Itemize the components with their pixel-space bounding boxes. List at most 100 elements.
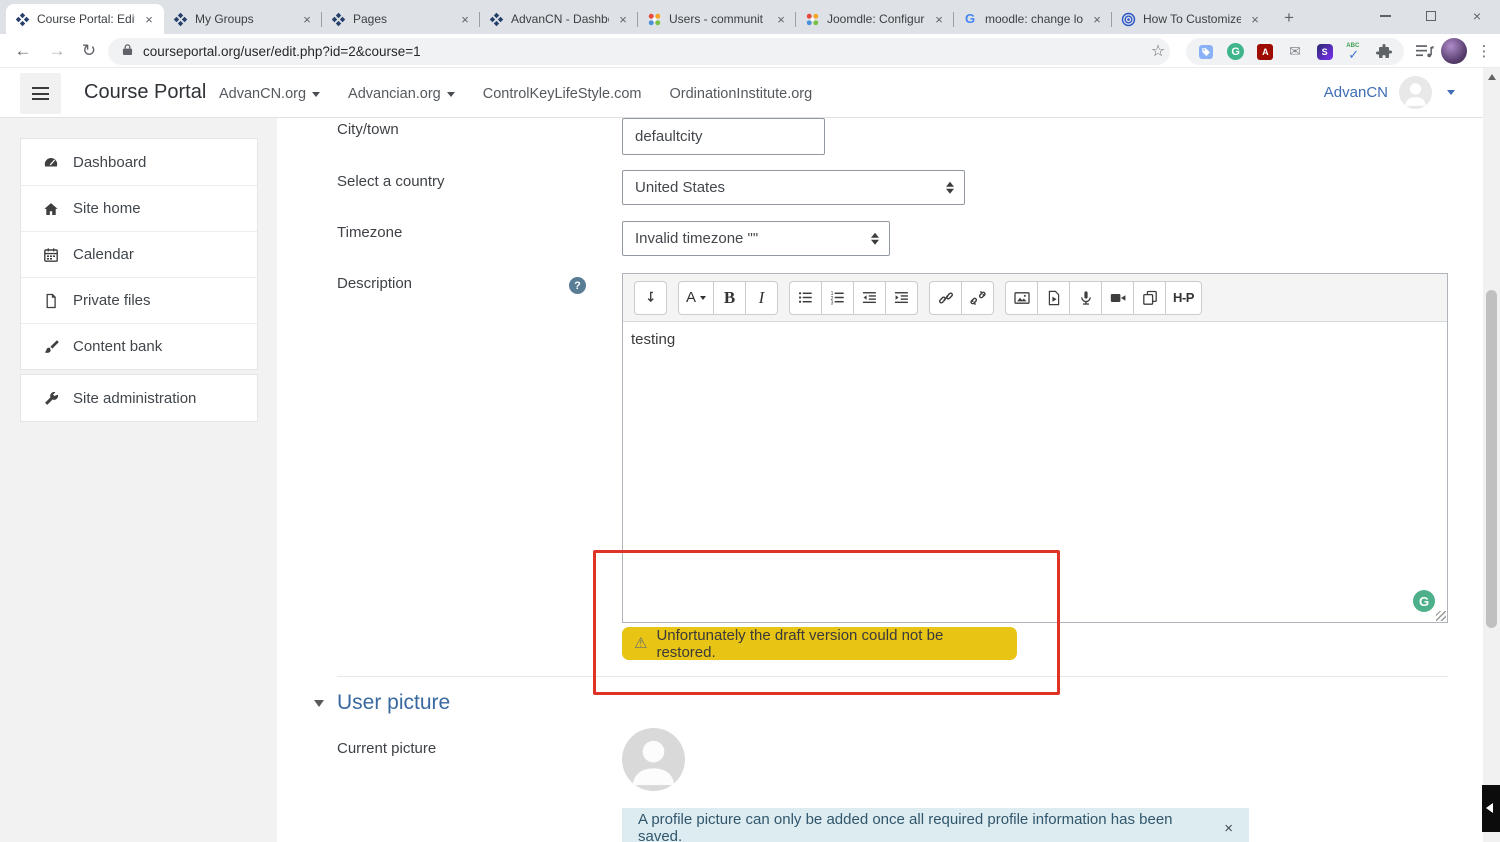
tab-how-to-customize[interactable]: How To Customize × bbox=[1112, 4, 1270, 34]
unlink-button[interactable] bbox=[961, 281, 994, 315]
resize-handle-icon[interactable] bbox=[1436, 611, 1446, 621]
notice-close-icon[interactable]: × bbox=[1224, 820, 1233, 837]
timezone-value: Invalid timezone "" bbox=[635, 230, 758, 247]
manage-files-button[interactable] bbox=[1133, 281, 1166, 315]
sidebar-item-private-files[interactable]: Private files bbox=[21, 277, 257, 323]
user-picture-heading[interactable]: User picture bbox=[337, 691, 450, 715]
font-style-button[interactable]: A bbox=[678, 281, 714, 315]
page-scrollbar[interactable] bbox=[1483, 68, 1500, 842]
back-button[interactable]: ← bbox=[10, 34, 36, 68]
tab-course-portal-edit[interactable]: Course Portal: Edit × bbox=[6, 4, 164, 34]
country-value: United States bbox=[635, 179, 725, 196]
puzzle-extensions-icon[interactable] bbox=[1375, 43, 1393, 61]
tab-close-icon[interactable]: × bbox=[616, 12, 630, 27]
outdent-button[interactable] bbox=[853, 281, 886, 315]
tab-close-icon[interactable]: × bbox=[932, 12, 946, 27]
sidebar-item-site-home[interactable]: Site home bbox=[21, 185, 257, 231]
section-collapse-icon[interactable] bbox=[314, 700, 324, 707]
draft-warning-text: Unfortunately the draft version could no… bbox=[656, 627, 1005, 661]
tag-extension-icon[interactable] bbox=[1197, 43, 1215, 61]
nav-item-controlkeylifestyle[interactable]: ControlKeyLifeStyle.com bbox=[483, 86, 642, 102]
tab-close-icon[interactable]: × bbox=[300, 12, 314, 27]
country-select[interactable]: United States bbox=[622, 170, 965, 205]
user-name[interactable]: AdvanCN bbox=[1324, 84, 1388, 101]
tab-users-community[interactable]: Users - communit × bbox=[638, 4, 796, 34]
browser-menu-icon[interactable]: ⋮ bbox=[1472, 34, 1496, 68]
side-panel-handle[interactable] bbox=[1482, 785, 1500, 832]
user-avatar[interactable] bbox=[1399, 76, 1432, 109]
toolbar-collapse-button[interactable] bbox=[634, 281, 667, 315]
city-input[interactable] bbox=[622, 118, 825, 155]
media-controls-icon[interactable] bbox=[1412, 34, 1438, 68]
italic-button[interactable]: I bbox=[745, 281, 778, 315]
insert-image-button[interactable] bbox=[1005, 281, 1038, 315]
grammarly-badge-icon[interactable]: G bbox=[1413, 590, 1435, 612]
calendar-icon bbox=[43, 247, 59, 263]
new-tab-button[interactable]: + bbox=[1276, 5, 1302, 31]
reload-button[interactable]: ↻ bbox=[76, 34, 102, 68]
nav-item-advancian[interactable]: Advancian.org bbox=[348, 86, 455, 102]
tab-close-icon[interactable]: × bbox=[458, 12, 472, 27]
tab-close-icon[interactable]: × bbox=[142, 12, 156, 27]
tab-advancn-dashboard[interactable]: AdvanCN - Dashbo × bbox=[480, 4, 638, 34]
hamburger-menu-button[interactable] bbox=[20, 73, 61, 114]
nav-item-advancn[interactable]: AdvanCN.org bbox=[219, 86, 320, 102]
user-menu[interactable]: AdvanCN bbox=[1324, 76, 1455, 109]
site-title[interactable]: Course Portal bbox=[84, 81, 206, 104]
notice-text: A profile picture can only be added once… bbox=[638, 811, 1219, 842]
scroll-up-icon[interactable] bbox=[1488, 74, 1496, 80]
tab-pages[interactable]: Pages × bbox=[322, 4, 480, 34]
h5p-button[interactable]: H-P bbox=[1165, 281, 1202, 315]
link-button[interactable] bbox=[929, 281, 962, 315]
chevron-left-icon bbox=[1486, 803, 1493, 813]
description-text: testing bbox=[631, 331, 675, 348]
sidebar-item-content-bank[interactable]: Content bank bbox=[21, 323, 257, 369]
help-icon[interactable]: ? bbox=[569, 277, 586, 294]
numbered-list-button[interactable]: 123 bbox=[821, 281, 854, 315]
forward-button[interactable]: → bbox=[44, 34, 70, 68]
grammarly-extension-icon[interactable]: G bbox=[1227, 43, 1245, 61]
padlock-icon bbox=[122, 43, 133, 61]
sidebar-item-dashboard[interactable]: Dashboard bbox=[21, 139, 257, 185]
address-bar[interactable]: courseportal.org/user/edit.php?id=2&cour… bbox=[108, 38, 1170, 65]
bold-button[interactable]: B bbox=[713, 281, 746, 315]
tab-title: moodle: change lo bbox=[985, 12, 1083, 26]
tab-close-icon[interactable]: × bbox=[1248, 12, 1262, 27]
description-textarea[interactable]: testing G bbox=[623, 322, 1447, 622]
sidebar-item-site-administration[interactable]: Site administration bbox=[21, 375, 257, 421]
bookmark-star-icon[interactable]: ☆ bbox=[1146, 34, 1170, 68]
tab-moodle-search[interactable]: G moodle: change lo × bbox=[954, 4, 1112, 34]
window-close-button[interactable]: × bbox=[1454, 0, 1500, 32]
bullet-list-button[interactable] bbox=[789, 281, 822, 315]
sidebar-item-calendar[interactable]: Calendar bbox=[21, 231, 257, 277]
acrobat-extension-icon[interactable]: A bbox=[1256, 43, 1274, 61]
window-maximize-button[interactable] bbox=[1408, 0, 1454, 32]
window-minimize-button[interactable] bbox=[1362, 0, 1408, 32]
record-audio-button[interactable] bbox=[1069, 281, 1102, 315]
chevron-down-icon bbox=[312, 92, 320, 97]
timezone-select[interactable]: Invalid timezone "" bbox=[622, 221, 890, 256]
chevron-down-icon bbox=[447, 92, 455, 97]
sidebar-item-label: Site administration bbox=[73, 390, 196, 407]
tab-my-groups[interactable]: My Groups × bbox=[164, 4, 322, 34]
indent-button[interactable] bbox=[885, 281, 918, 315]
tab-strip: Course Portal: Edit × My Groups × Pages … bbox=[0, 0, 1500, 34]
scrollbar-thumb[interactable] bbox=[1486, 290, 1497, 628]
insert-media-button[interactable] bbox=[1037, 281, 1070, 315]
s-app-extension-icon[interactable]: S bbox=[1316, 43, 1334, 61]
record-video-button[interactable] bbox=[1101, 281, 1134, 315]
url-text[interactable]: courseportal.org/user/edit.php?id=2&cour… bbox=[143, 44, 421, 59]
tab-joomdle-configure[interactable]: Joomdle: Configur × bbox=[796, 4, 954, 34]
browser-profile-avatar[interactable] bbox=[1441, 38, 1467, 64]
sidebar-item-label: Dashboard bbox=[73, 154, 146, 171]
tab-close-icon[interactable]: × bbox=[774, 12, 788, 27]
bullseye-favicon-icon bbox=[1120, 11, 1136, 27]
envelope-extension-icon[interactable]: ✉ bbox=[1286, 43, 1304, 61]
chevron-down-icon bbox=[700, 296, 706, 300]
wrench-icon bbox=[43, 390, 59, 406]
spellcheck-extension-icon[interactable]: ABC ✓ bbox=[1345, 43, 1363, 61]
nav-item-ordinationinstitute[interactable]: OrdinationInstitute.org bbox=[670, 86, 813, 102]
profile-picture-notice: A profile picture can only be added once… bbox=[622, 808, 1249, 842]
warning-triangle-icon: ⚠ bbox=[634, 636, 647, 651]
tab-close-icon[interactable]: × bbox=[1090, 12, 1104, 27]
